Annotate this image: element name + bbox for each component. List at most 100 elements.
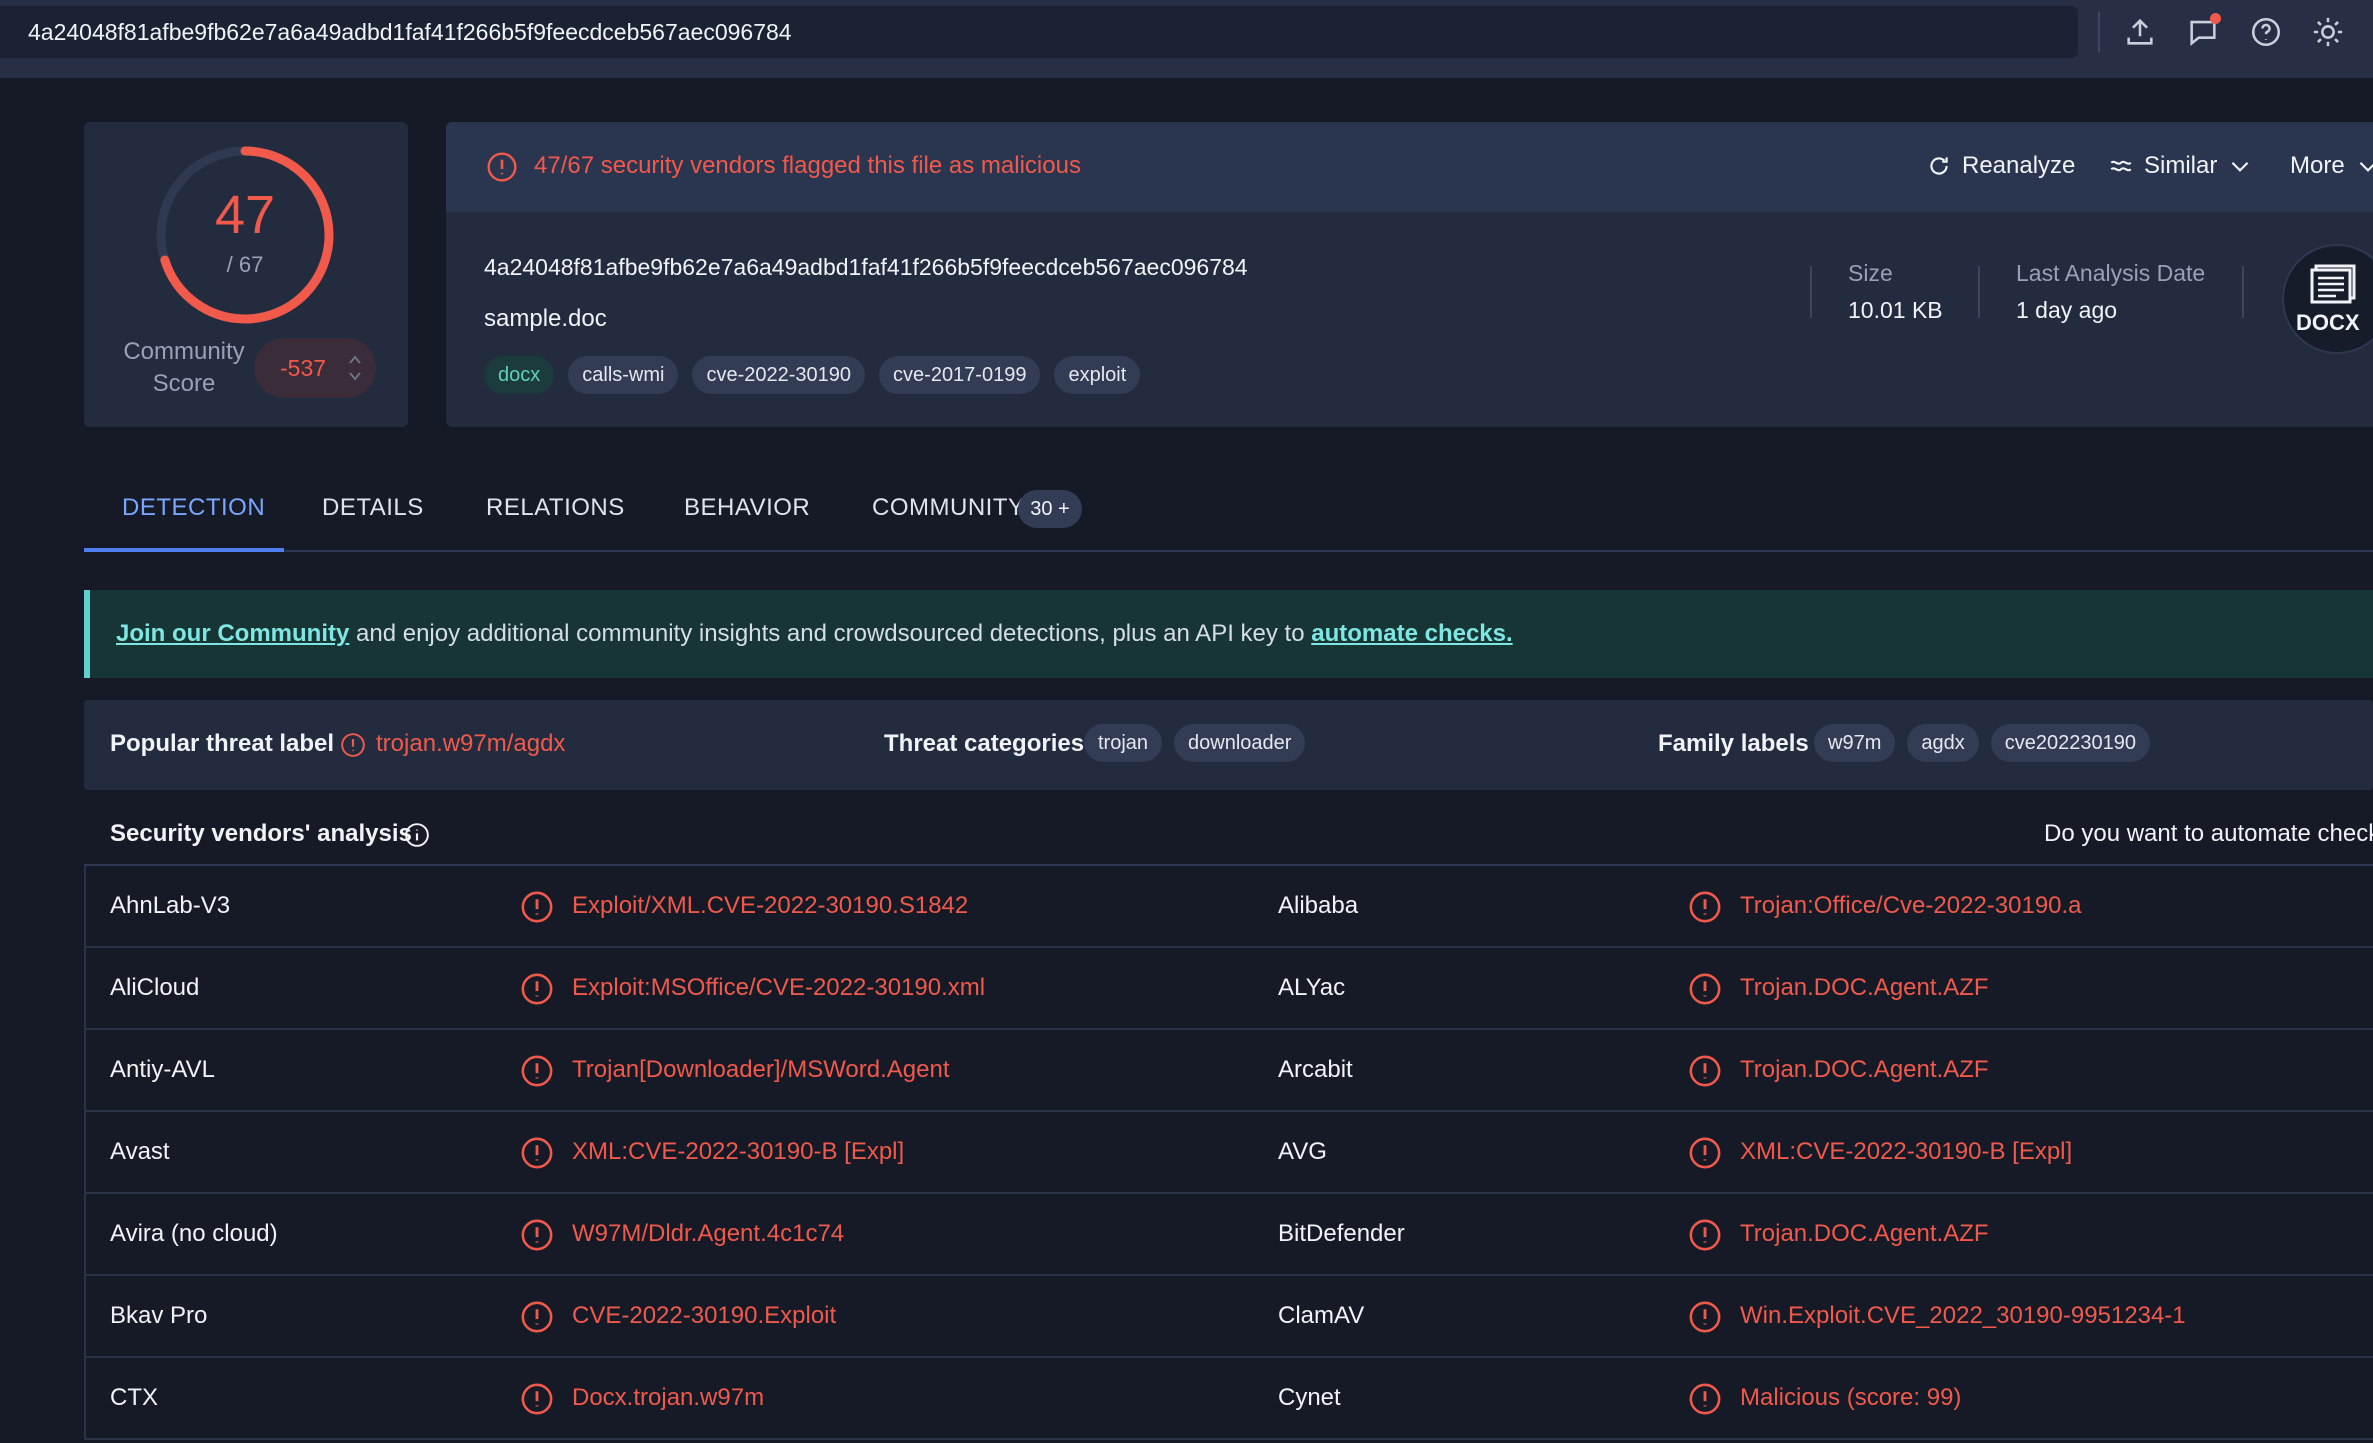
malicious-alert-text: 47/67 security vendors flagged this file…: [534, 152, 1081, 179]
community-banner: Join our Community and enjoy additional …: [84, 590, 2373, 678]
tab-community[interactable]: COMMUNITY: [872, 494, 1024, 522]
community-score-label: Community Score: [123, 338, 245, 397]
vendor-name: Antiy-AVL: [110, 1056, 215, 1083]
search-input[interactable]: 4a24048f81afbe9fb62e7a6a49adbd1faf41f266…: [0, 6, 2078, 58]
vendors-table: AhnLab-V3 Exploit/XML.CVE-2022-30190.S184…: [84, 866, 2373, 1440]
chevron-down-icon: [2359, 161, 2373, 172]
vendor-name: Bkav Pro: [110, 1302, 208, 1329]
detection-result[interactable]: Docx.trojan.w97m: [572, 1384, 764, 1412]
table-row: Antiy-AVL Trojan[Downloader]/MSWord.Agent…: [84, 1030, 2373, 1112]
help-icon[interactable]: [2244, 10, 2288, 54]
refresh-icon: [1930, 157, 1948, 175]
file-type-label: DOCX: [2296, 310, 2360, 335]
meta-divider: [1810, 266, 1812, 318]
join-community-link[interactable]: Join our Community: [116, 620, 349, 648]
file-tag[interactable]: exploit: [1054, 356, 1141, 394]
alert-icon: [1688, 1382, 1722, 1416]
alert-icon: [520, 1218, 554, 1252]
vendor-name: Avira (no cloud): [110, 1220, 278, 1247]
vote-arrows-icon[interactable]: [348, 351, 362, 385]
alert-icon: [520, 1054, 554, 1088]
toolbar-divider: [2098, 12, 2100, 52]
table-row: Avira (no cloud) W97M/Dldr.Agent.4c1c74 Bi…: [84, 1194, 2373, 1276]
family-labels-label: Family labels: [1658, 730, 1809, 757]
detection-result[interactable]: Trojan[Downloader]/MSWord.Agent: [572, 1056, 950, 1084]
similar-button[interactable]: Similar: [2108, 152, 2253, 180]
row-border: [84, 866, 86, 946]
threat-categories: trojan downloader: [1084, 724, 1306, 762]
table-row: Bkav Pro CVE-2022-30190.Exploit ClamAV Win.…: [84, 1276, 2373, 1358]
detection-result[interactable]: Exploit/XML.CVE-2022-30190.S1842: [572, 892, 968, 920]
similar-icon: [2110, 160, 2132, 172]
file-tag[interactable]: docx: [484, 356, 555, 394]
family-labels: w97m agdx cve202230190: [1814, 724, 2150, 762]
tab-detection[interactable]: DETECTION: [122, 494, 265, 522]
file-tag[interactable]: calls-wmi: [568, 356, 679, 394]
detection-result[interactable]: W97M/Dldr.Agent.4c1c74: [572, 1220, 844, 1248]
popular-threat-label: Popular threat label: [110, 730, 335, 757]
family-label-tag[interactable]: cve202230190: [1990, 724, 2150, 762]
detection-result[interactable]: Exploit:MSOffice/CVE-2022-30190.xml: [572, 974, 985, 1002]
chat-icon[interactable]: [2181, 10, 2225, 54]
more-button[interactable]: More: [2290, 152, 2373, 180]
file-tags: docx calls-wmi cve-2022-30190 cve-2017-0…: [484, 356, 1141, 394]
top-bar: 4a24048f81afbe9fb62e7a6a49adbd1faf41f266…: [0, 0, 2373, 78]
detection-result[interactable]: Trojan:Office/Cve-2022-30190.a: [1740, 892, 2082, 920]
popular-threat-value[interactable]: trojan.w97m/agdx: [376, 730, 565, 758]
vendor-name: AliCloud: [110, 974, 200, 1001]
community-score-value: -537: [280, 354, 327, 381]
detection-result[interactable]: XML:CVE-2022-30190-B [Expl]: [572, 1138, 904, 1166]
alert-icon: [1688, 1218, 1722, 1252]
detection-total: / 67: [226, 252, 264, 277]
reanalyze-button[interactable]: Reanalyze: [1926, 152, 2075, 180]
chevron-down-icon: [2231, 161, 2249, 172]
row-border: [84, 1112, 86, 1192]
tab-relations[interactable]: RELATIONS: [486, 494, 625, 522]
automate-prompt[interactable]: Do you want to automate check: [2044, 820, 2373, 848]
alert-icon: [1688, 1054, 1722, 1088]
threat-labels-row: Popular threat label trojan.w97m/agdx Th…: [84, 700, 2373, 790]
alert-icon: [520, 1136, 554, 1170]
alert-icon: [520, 890, 554, 924]
detection-result[interactable]: CVE-2022-30190.Exploit: [572, 1302, 836, 1330]
active-tab-indicator: [84, 548, 284, 552]
vendor-name: AVG: [1278, 1138, 1327, 1165]
detection-result[interactable]: Trojan.DOC.Agent.AZF: [1740, 1220, 1989, 1248]
detection-result[interactable]: Win.Exploit.CVE_2022_30190-9951234-1: [1740, 1302, 2186, 1330]
file-name: sample.doc: [484, 305, 607, 332]
family-label-tag[interactable]: w97m: [1814, 724, 1896, 762]
tab-details[interactable]: DETAILS: [322, 494, 424, 522]
info-icon[interactable]: [404, 822, 430, 848]
threat-categories-label: Threat categories: [884, 730, 1085, 757]
detection-result[interactable]: XML:CVE-2022-30190-B [Expl]: [1740, 1138, 2072, 1166]
alert-icon: [1688, 972, 1722, 1006]
file-tag[interactable]: cve-2022-30190: [692, 356, 866, 394]
vendor-name: BitDefender: [1278, 1220, 1405, 1247]
reanalyze-label: Reanalyze: [1962, 152, 2076, 179]
theme-icon[interactable]: [2306, 10, 2350, 54]
upload-icon[interactable]: [2118, 10, 2162, 54]
threat-category-tag[interactable]: trojan: [1084, 724, 1163, 762]
detection-result[interactable]: Trojan.DOC.Agent.AZF: [1740, 974, 1989, 1002]
vendor-name: ALYac: [1278, 974, 1346, 1001]
table-row: CTX Docx.trojan.w97m Cynet Malicious (score…: [84, 1358, 2373, 1440]
family-label-tag[interactable]: agdx: [1907, 724, 1979, 762]
meta-divider: [2242, 266, 2244, 318]
row-border: [84, 948, 86, 1028]
threat-category-tag[interactable]: downloader: [1174, 724, 1306, 762]
vendor-name: Alibaba: [1278, 892, 1359, 919]
detection-score-card: 47 / 67 Community Score -537: [84, 122, 408, 427]
size-label: Size: [1848, 260, 1893, 286]
detection-result[interactable]: Trojan.DOC.Agent.AZF: [1740, 1056, 1989, 1084]
detection-result[interactable]: Malicious (score: 99): [1740, 1384, 1961, 1412]
vendors-title: Security vendors' analysis: [110, 820, 412, 847]
alert-icon: [1688, 1136, 1722, 1170]
automate-checks-link[interactable]: automate checks.: [1311, 620, 1512, 648]
vendor-name: ClamAV: [1278, 1302, 1365, 1329]
tab-behavior[interactable]: BEHAVIOR: [684, 494, 810, 522]
last-analysis-label: Last Analysis Date: [2016, 260, 2206, 286]
file-tag[interactable]: cve-2017-0199: [879, 356, 1041, 394]
alert-icon: [520, 1382, 554, 1416]
community-score-pill[interactable]: -537: [254, 338, 376, 398]
alert-icon: [1688, 1300, 1722, 1334]
